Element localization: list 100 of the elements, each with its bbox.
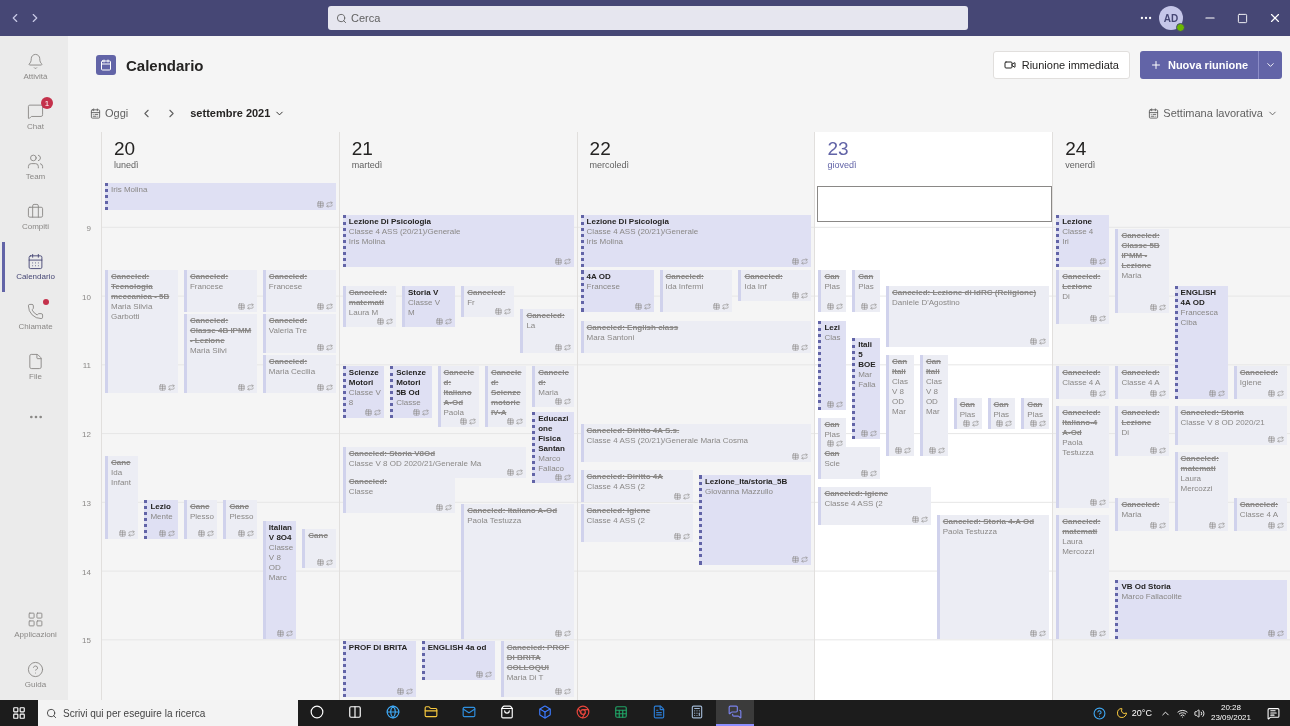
calendar-event[interactable]: VB Od Storia Marco Fallacolite [1115,579,1287,640]
rail-item[interactable]: Applicazioni [2,600,66,650]
calendar-event[interactable]: Canceled: Classe 5B IPMM - Lezione Maria [1115,228,1169,313]
calendar-event[interactable]: Canceled: Italiano A-Od Paola Testuzza [461,503,574,640]
calendar-event[interactable]: Can Itali Clas V 8 OD Mar [919,354,948,457]
calendar-event[interactable]: Canceled: Fr [461,286,515,318]
calendar-event[interactable]: Canc Ida Infant [105,455,139,539]
help-icon[interactable] [1092,706,1106,720]
notifications-icon[interactable] [1267,706,1280,720]
rail-item[interactable]: Chiamate [2,292,66,342]
rail-item[interactable]: Compiti [2,192,66,242]
selected-time-slot[interactable] [817,186,1053,222]
calendar-event[interactable]: 4A OD Francese [580,270,654,312]
calendar-event[interactable]: Canceled: Lezione Di [1056,270,1110,325]
meeting-grid-icon [365,409,373,417]
calendar-event[interactable]: Can Plas [953,398,982,430]
volume-icon[interactable] [1193,707,1205,719]
rail-item[interactable]: Chat 1 [2,92,66,142]
calendar-event[interactable]: Lezione Classe 4 Iri [1056,215,1110,267]
rail-item[interactable]: File [2,342,66,392]
calendar-event[interactable]: Canceled: Tecnologia meccanica - 5B Maria Silvia Garbotti [105,270,178,393]
calendar-event[interactable]: Canceled: matemati Laura Mercozzi [1174,452,1228,531]
calendar-event[interactable]: Canc Plesso [223,500,257,539]
calendar-event[interactable]: Canceled: Ida Inf [738,270,812,302]
meeting-grid-icon [554,398,562,406]
calendar-event[interactable]: Canceled: Classe 4 A [1056,366,1110,399]
calendar-event[interactable]: Canceled: Classe 4 A [1115,366,1169,399]
calendar-event[interactable]: Can Itali Clas V 8 OD Mar [886,354,914,457]
taskbar-search-field[interactable]: Scrivi qui per eseguire la ricerca [38,700,298,726]
calendar-event[interactable]: Canceled: Scienze motorie IV-A [484,366,527,428]
calendar-event[interactable]: Canceled: matemati Laura M [342,286,396,328]
calendar-event[interactable]: Canceled: Ida Infermi [659,270,733,312]
calendar-event[interactable]: Canceled: Storia Classe V 8 OD 2020/21 [1174,406,1287,445]
calendar-event[interactable]: Canceled: Diritto 4A Classe 4 ASS (2 [580,469,693,502]
recurring-icon [870,302,877,310]
clock[interactable]: 20:28 23/09/2021 [1204,703,1257,723]
rail-item[interactable]: Team [2,142,66,192]
calendar-event[interactable]: Canceled: Igiene [1233,366,1287,399]
calendar-event[interactable]: Can Plas [818,270,847,312]
calendar-event[interactable]: Canceled: Francese [183,270,257,312]
calendar-event[interactable]: Canceled: matemati Laura Mercozzi [1056,515,1110,640]
calendar-event[interactable]: Canceled: Classe [342,475,456,514]
day-header[interactable]: 23 giovedì [814,132,1053,182]
calendar-event[interactable]: Canceled: Maria [1115,498,1169,531]
calendar-event[interactable]: Canceled: Storia 4-A Od Paola Testuzza [936,515,1050,640]
rail-item[interactable]: Calendario [2,242,66,292]
search-field[interactable]: Cerca [328,6,968,30]
meet-now-button[interactable]: Riunione immediata [992,51,1130,79]
rail-item[interactable]: Attività [2,42,66,92]
calendar-event[interactable]: Can Plas [818,417,847,449]
calendar-event[interactable]: Can Plas [987,398,1016,430]
calendar-event[interactable]: Canceled: Igiene Classe 4 ASS (2 [818,486,931,525]
month-picker[interactable]: settembre 2021 [190,107,286,119]
calendar-event[interactable]: Canceled: Classe 4 A [1233,498,1287,531]
calendar-event[interactable]: Can Plas [852,270,880,312]
chat-app-icon[interactable] [716,700,754,726]
network-icon[interactable] [1176,707,1188,719]
calendar-event[interactable]: Scienze Motori 5B Od Classe [390,366,432,419]
calendar-event[interactable]: Canceled: English class Mara Santoni [580,320,812,353]
today-button[interactable]: Oggi [90,107,129,119]
calendar-event[interactable]: Itali 5 BOE Mar Falla [852,337,880,439]
calendar-event[interactable]: Lezio Mente [144,500,178,539]
calendar-event[interactable]: Scienze Motori Classe V 8 [342,366,385,419]
calendar-event[interactable]: Can Plas [1021,398,1050,430]
avatar[interactable]: AD [1159,6,1183,30]
calendar-event[interactable]: Canceled: La [520,309,574,353]
rail-item[interactable]: Guida [2,650,66,700]
calendar-event[interactable]: Educazione Fisica Santan Marco Fallaco [532,412,574,484]
calendar-event[interactable]: Can Scie [818,446,881,479]
calendar-event[interactable]: Lezione Di Psicologia Classe 4 ASS (20/21)/Generale Iris Molina [342,215,574,267]
calendar-event[interactable]: Canceled: Storia V8Od Classe V 8 OD 2020/21/Generale Ma [342,446,527,478]
calendar-event[interactable]: Canceled: Lezione Di [1115,406,1169,457]
calendar-event[interactable]: Iris Molina [105,183,336,210]
calendar-event[interactable]: Canceled: Igiene Classe 4 ASS (2 [580,503,693,542]
view-picker[interactable]: Settimana lavorativa [1148,107,1278,119]
close-button[interactable] [1268,11,1282,25]
calendar-event[interactable]: Canc Plesso [183,500,218,539]
calendar-event[interactable]: Lezione Di Psicologia Classe 4 ASS (20/21)/Generale Iris Molina [580,215,812,267]
calendar-event[interactable]: Canceled: Italiano-4 A-Od Paola Testuzza [1056,406,1110,508]
weather-text[interactable]: 20°C [1131,708,1152,718]
calendar-event[interactable]: ENGLISH 4A OD Francesca Ciba [1174,286,1228,399]
new-meeting-button[interactable]: Nuova riunione [1139,51,1258,79]
calendar-event[interactable]: Canceled: Francese [262,270,336,312]
calendar-event[interactable]: Canceled: Maria [532,366,574,408]
maximize-button[interactable] [1237,12,1248,24]
calendar-event[interactable]: Storia V Classe V M [402,286,456,328]
calendar-event[interactable]: Canceled: Maria Cecilia [262,354,336,393]
calendar-event[interactable]: Italian V 8O4 Classe V 8 OD Marc [262,521,297,640]
calendar-event[interactable]: Canceled: Diritto 4A S.s. Classe 4 ASS (20/21)/Generale Maria Cosma [580,423,812,462]
calendar-event[interactable]: Canceled: Valeria Tre [262,313,336,353]
calendar-event[interactable]: Canceled: Classe 4B IPMM - Lezione Maria Silvi [183,313,257,393]
event-detail: Maria Di T [506,673,545,684]
calendar-event[interactable]: Canceled: Italiano A-Od Paola [437,366,479,428]
calendar-event[interactable]: Canc [302,529,336,569]
calendar-event[interactable]: ENGLISH 4a od [421,641,495,680]
calendar-event[interactable]: Lezi Clas [818,320,847,411]
calendar-event[interactable]: Canceled: Lezione di IdRC (Religione) Daniele D'Agostino [886,286,1050,348]
calendar-event[interactable]: Lezione_Ita/storia_5B Giovanna Mazzullo [699,475,812,565]
calendar-event[interactable]: Canceled: PROF DI BRITA COLLOQUI Maria Di T [500,641,574,697]
calendar-event[interactable]: PROF DI BRITA [342,641,416,697]
